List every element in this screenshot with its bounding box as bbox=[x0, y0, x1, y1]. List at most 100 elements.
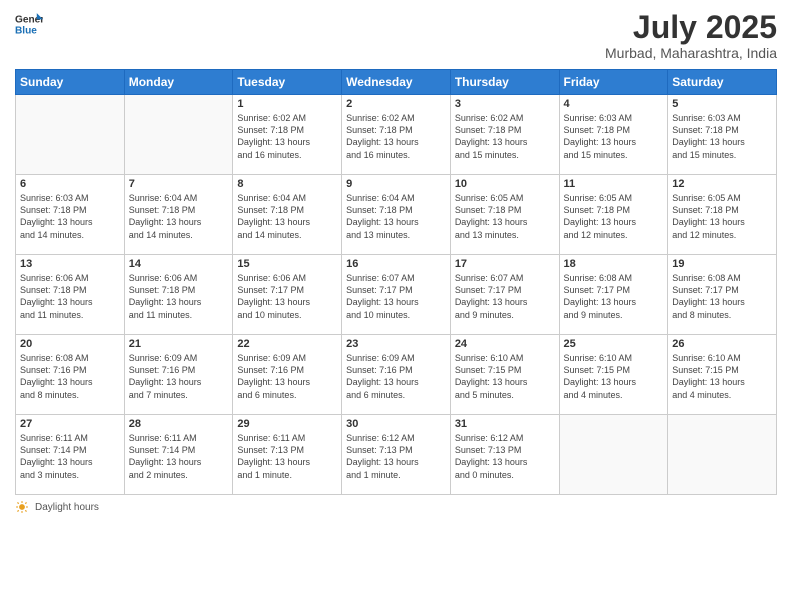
day-number: 10 bbox=[455, 178, 555, 190]
table-row: 11Sunrise: 6:05 AM Sunset: 7:18 PM Dayli… bbox=[559, 175, 668, 255]
table-row bbox=[124, 95, 233, 175]
day-number: 21 bbox=[129, 338, 229, 350]
table-row: 20 Sunrise: 6:08 AM Sunset: 7:16 PM Dayli… bbox=[16, 335, 125, 415]
title-block: July 2025 Murbad, Maharashtra, India bbox=[605, 10, 777, 61]
day-info: Sunrise: 6:05 AM Sunset: 7:18 PM Dayligh… bbox=[564, 192, 664, 241]
day-info: Sunrise: 6:11 AM Sunset: 7:14 PM Dayligh… bbox=[20, 432, 120, 481]
table-row: 26Sunrise: 6:10 AM Sunset: 7:15 PM Dayli… bbox=[668, 335, 777, 415]
table-row: 13 Sunrise: 6:06 AM Sunset: 7:18 PM Dayli… bbox=[16, 255, 125, 335]
day-number: 28 bbox=[129, 418, 229, 430]
day-number: 13 bbox=[20, 258, 120, 270]
table-row: 8Sunrise: 6:04 AM Sunset: 7:18 PM Daylig… bbox=[233, 175, 342, 255]
table-row: 30Sunrise: 6:12 AM Sunset: 7:13 PM Dayli… bbox=[342, 415, 451, 495]
day-info: Sunrise: 6:02 AM Sunset: 7:18 PM Dayligh… bbox=[455, 112, 555, 161]
col-wednesday: Wednesday bbox=[342, 70, 451, 95]
day-number: 20 bbox=[20, 338, 120, 350]
day-number: 17 bbox=[455, 258, 555, 270]
table-row: 7 Sunrise: 6:04 AM Sunset: 7:18 PM Daylig… bbox=[124, 175, 233, 255]
table-row: 27 Sunrise: 6:11 AM Sunset: 7:14 PM Dayli… bbox=[16, 415, 125, 495]
day-number: 18 bbox=[564, 258, 664, 270]
day-number: 3 bbox=[455, 98, 555, 110]
day-info: Sunrise: 6:06 AM Sunset: 7:18 PM Dayligh… bbox=[129, 272, 229, 321]
table-row: 9 Sunrise: 6:04 AM Sunset: 7:18 PM Daylig… bbox=[342, 175, 451, 255]
day-info: Sunrise: 6:03 AM Sunset: 7:18 PM Dayligh… bbox=[564, 112, 664, 161]
calendar-header-row: Sunday Monday Tuesday Wednesday Thursday… bbox=[16, 70, 777, 95]
day-info: Sunrise: 6:10 AM Sunset: 7:15 PM Dayligh… bbox=[564, 352, 664, 401]
col-monday: Monday bbox=[124, 70, 233, 95]
col-friday: Friday bbox=[559, 70, 668, 95]
table-row: 14 Sunrise: 6:06 AM Sunset: 7:18 PM Dayli… bbox=[124, 255, 233, 335]
day-number: 27 bbox=[20, 418, 120, 430]
calendar-week-3: 13 Sunrise: 6:06 AM Sunset: 7:18 PM Dayli… bbox=[16, 255, 777, 335]
table-row: 1 Sunrise: 6:02 AM Sunset: 7:18 PM Daylig… bbox=[233, 95, 342, 175]
day-info: Sunrise: 6:06 AM Sunset: 7:18 PM Dayligh… bbox=[20, 272, 120, 321]
col-thursday: Thursday bbox=[450, 70, 559, 95]
day-info: Sunrise: 6:08 AM Sunset: 7:16 PM Dayligh… bbox=[20, 352, 120, 401]
subtitle: Murbad, Maharashtra, India bbox=[605, 45, 777, 61]
day-number: 15 bbox=[237, 258, 337, 270]
day-number: 16 bbox=[346, 258, 446, 270]
table-row bbox=[559, 415, 668, 495]
table-row: 5 Sunrise: 6:03 AM Sunset: 7:18 PM Daylig… bbox=[668, 95, 777, 175]
table-row bbox=[668, 415, 777, 495]
day-info: Sunrise: 6:07 AM Sunset: 7:17 PM Dayligh… bbox=[455, 272, 555, 321]
day-number: 5 bbox=[672, 98, 772, 110]
day-info: Sunrise: 6:04 AM Sunset: 7:18 PM Dayligh… bbox=[346, 192, 446, 241]
day-number: 31 bbox=[455, 418, 555, 430]
day-number: 30 bbox=[346, 418, 446, 430]
day-info: Sunrise: 6:10 AM Sunset: 7:15 PM Dayligh… bbox=[455, 352, 555, 401]
day-info: Sunrise: 6:03 AM Sunset: 7:18 PM Dayligh… bbox=[20, 192, 120, 241]
day-number: 7 bbox=[129, 178, 229, 190]
table-row: 16 Sunrise: 6:07 AM Sunset: 7:17 PM Dayli… bbox=[342, 255, 451, 335]
day-info: Sunrise: 6:02 AM Sunset: 7:18 PM Dayligh… bbox=[346, 112, 446, 161]
day-number: 29 bbox=[237, 418, 337, 430]
col-tuesday: Tuesday bbox=[233, 70, 342, 95]
day-number: 9 bbox=[346, 178, 446, 190]
page: General Blue July 2025 Murbad, Maharasht… bbox=[0, 0, 792, 612]
day-number: 8 bbox=[237, 178, 337, 190]
table-row: 23 Sunrise: 6:09 AM Sunset: 7:16 PM Dayli… bbox=[342, 335, 451, 415]
calendar-week-2: 6Sunrise: 6:03 AM Sunset: 7:18 PM Daylig… bbox=[16, 175, 777, 255]
col-sunday: Sunday bbox=[16, 70, 125, 95]
day-info: Sunrise: 6:05 AM Sunset: 7:18 PM Dayligh… bbox=[455, 192, 555, 241]
day-info: Sunrise: 6:04 AM Sunset: 7:18 PM Dayligh… bbox=[129, 192, 229, 241]
table-row: 29Sunrise: 6:11 AM Sunset: 7:13 PM Dayli… bbox=[233, 415, 342, 495]
table-row: 31 Sunrise: 6:12 AM Sunset: 7:13 PM Dayli… bbox=[450, 415, 559, 495]
day-number: 2 bbox=[346, 98, 446, 110]
day-number: 26 bbox=[672, 338, 772, 350]
day-info: Sunrise: 6:05 AM Sunset: 7:18 PM Dayligh… bbox=[672, 192, 772, 241]
day-number: 23 bbox=[346, 338, 446, 350]
day-info: Sunrise: 6:08 AM Sunset: 7:17 PM Dayligh… bbox=[672, 272, 772, 321]
day-number: 14 bbox=[129, 258, 229, 270]
table-row: 25Sunrise: 6:10 AM Sunset: 7:15 PM Dayli… bbox=[559, 335, 668, 415]
day-info: Sunrise: 6:09 AM Sunset: 7:16 PM Dayligh… bbox=[237, 352, 337, 401]
day-number: 22 bbox=[237, 338, 337, 350]
table-row: 24Sunrise: 6:10 AM Sunset: 7:15 PM Dayli… bbox=[450, 335, 559, 415]
table-row: 6Sunrise: 6:03 AM Sunset: 7:18 PM Daylig… bbox=[16, 175, 125, 255]
table-row: 18Sunrise: 6:08 AM Sunset: 7:17 PM Dayli… bbox=[559, 255, 668, 335]
day-number: 19 bbox=[672, 258, 772, 270]
day-number: 12 bbox=[672, 178, 772, 190]
table-row: 21Sunrise: 6:09 AM Sunset: 7:16 PM Dayli… bbox=[124, 335, 233, 415]
logo: General Blue bbox=[15, 10, 43, 38]
table-row: 19 Sunrise: 6:08 AM Sunset: 7:17 PM Dayli… bbox=[668, 255, 777, 335]
month-title: July 2025 bbox=[605, 10, 777, 45]
col-saturday: Saturday bbox=[668, 70, 777, 95]
day-info: Sunrise: 6:06 AM Sunset: 7:17 PM Dayligh… bbox=[237, 272, 337, 321]
day-info: Sunrise: 6:09 AM Sunset: 7:16 PM Dayligh… bbox=[346, 352, 446, 401]
table-row: 22 Sunrise: 6:09 AM Sunset: 7:16 PM Dayli… bbox=[233, 335, 342, 415]
day-number: 1 bbox=[237, 98, 337, 110]
day-info: Sunrise: 6:11 AM Sunset: 7:14 PM Dayligh… bbox=[129, 432, 229, 481]
table-row bbox=[16, 95, 125, 175]
day-info: Sunrise: 6:07 AM Sunset: 7:17 PM Dayligh… bbox=[346, 272, 446, 321]
day-info: Sunrise: 6:03 AM Sunset: 7:18 PM Dayligh… bbox=[672, 112, 772, 161]
table-row: 28 Sunrise: 6:11 AM Sunset: 7:14 PM Dayli… bbox=[124, 415, 233, 495]
header: General Blue July 2025 Murbad, Maharasht… bbox=[15, 10, 777, 61]
table-row: 4Sunrise: 6:03 AM Sunset: 7:18 PM Daylig… bbox=[559, 95, 668, 175]
day-info: Sunrise: 6:02 AM Sunset: 7:18 PM Dayligh… bbox=[237, 112, 337, 161]
day-info: Sunrise: 6:12 AM Sunset: 7:13 PM Dayligh… bbox=[455, 432, 555, 481]
table-row: 3 Sunrise: 6:02 AM Sunset: 7:18 PM Daylig… bbox=[450, 95, 559, 175]
calendar-week-1: 1 Sunrise: 6:02 AM Sunset: 7:18 PM Daylig… bbox=[16, 95, 777, 175]
sun-icon bbox=[15, 500, 29, 514]
daylight-label: Daylight hours bbox=[35, 502, 99, 513]
